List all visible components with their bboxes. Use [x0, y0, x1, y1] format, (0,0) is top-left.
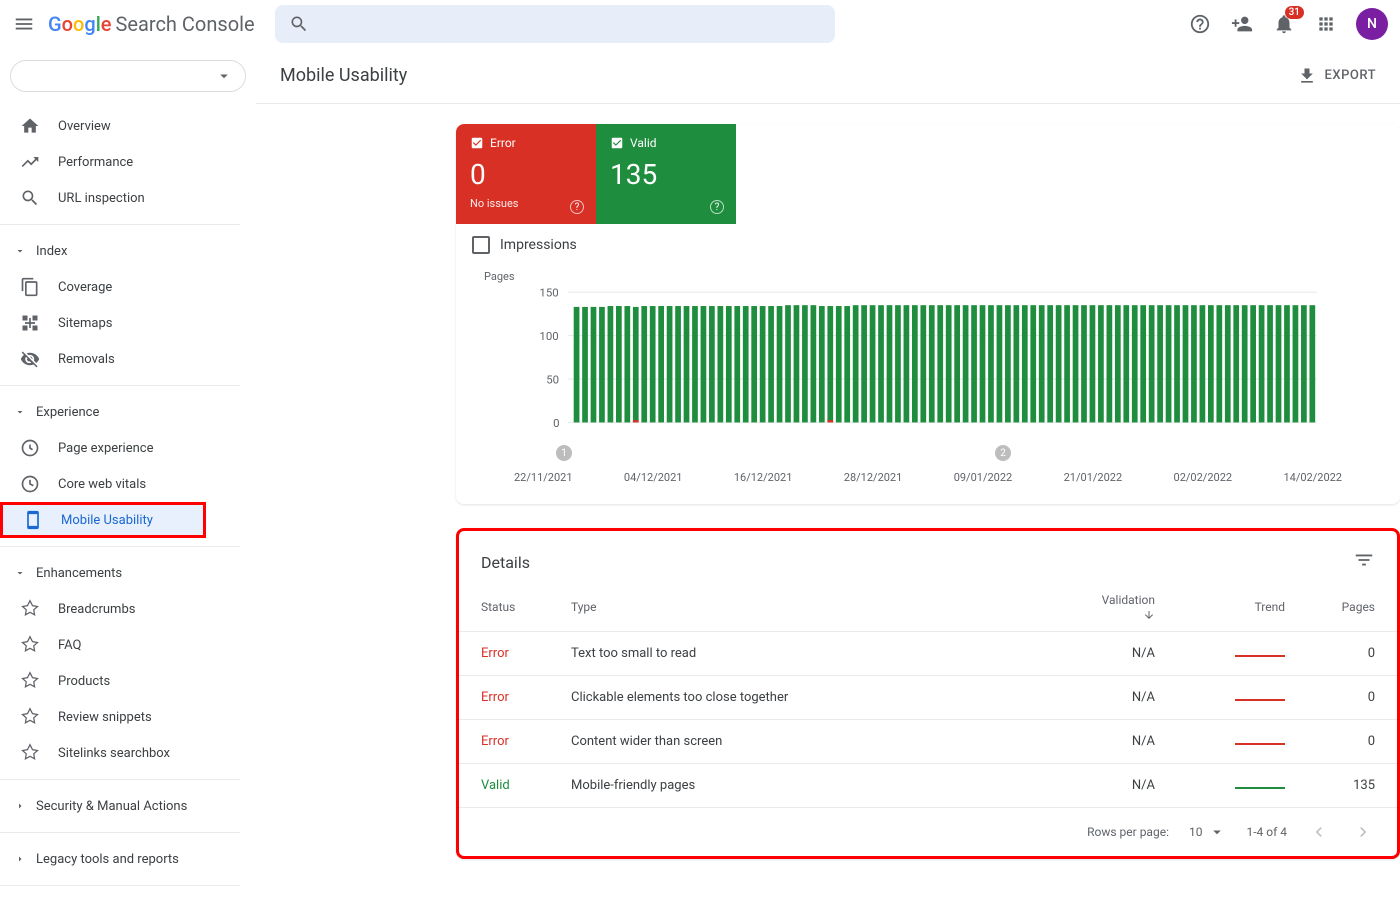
help-icon[interactable]: ?: [710, 200, 724, 214]
filter-icon[interactable]: [1353, 549, 1375, 575]
x-axis-labels: 22/11/2021 04/12/2021 16/12/2021 28/12/2…: [484, 463, 1372, 484]
notifications-icon[interactable]: 31: [1272, 12, 1296, 36]
svg-text:50: 50: [546, 373, 559, 387]
export-button[interactable]: EXPORT: [1297, 66, 1376, 86]
nav-sitelinks[interactable]: Sitelinks searchbox: [0, 735, 244, 771]
nav-performance[interactable]: Performance: [0, 144, 244, 180]
chart: 150 100 50 0: [484, 283, 1372, 443]
col-status: Status: [459, 583, 549, 632]
chart-marker-2[interactable]: 2: [995, 445, 1011, 461]
status-cell: Error: [459, 720, 549, 764]
svg-text:0: 0: [553, 416, 559, 430]
trend-cell: [1177, 632, 1307, 676]
apps-icon[interactable]: [1314, 12, 1338, 36]
nav-breadcrumbs[interactable]: Breadcrumbs: [0, 591, 244, 627]
pages-cell: 0: [1307, 632, 1397, 676]
col-type: Type: [549, 583, 1067, 632]
nav-products[interactable]: Products: [0, 663, 244, 699]
help-icon[interactable]: [1188, 12, 1212, 36]
validation-cell: N/A: [1067, 676, 1177, 720]
page-title: Mobile Usability: [280, 65, 407, 86]
stat-error[interactable]: Error 0 No issues ?: [456, 124, 596, 224]
nav-sitemaps[interactable]: Sitemaps: [0, 305, 244, 341]
nav-core-web-vitals[interactable]: Core web vitals: [0, 466, 244, 502]
col-pages: Pages: [1307, 583, 1397, 632]
rows-per-page-select[interactable]: 10: [1189, 823, 1227, 841]
stat-valid[interactable]: Valid 135 ?: [596, 124, 736, 224]
menu-icon[interactable]: [12, 12, 36, 36]
validation-cell: N/A: [1067, 764, 1177, 808]
property-selector[interactable]: [10, 60, 246, 92]
impressions-checkbox[interactable]: [472, 236, 490, 254]
validation-cell: N/A: [1067, 632, 1177, 676]
status-cell: Error: [459, 676, 549, 720]
svg-text:100: 100: [539, 329, 558, 343]
section-security[interactable]: Security & Manual Actions: [0, 788, 256, 824]
nav-page-experience[interactable]: Page experience: [0, 430, 244, 466]
pages-cell: 0: [1307, 676, 1397, 720]
table-row[interactable]: Valid Mobile-friendly pages N/A 135: [459, 764, 1397, 808]
section-legacy[interactable]: Legacy tools and reports: [0, 841, 256, 877]
error-count: 0: [470, 158, 582, 191]
product-name: Search Console: [116, 12, 255, 36]
type-cell: Content wider than screen: [549, 720, 1067, 764]
status-cell: Error: [459, 632, 549, 676]
pages-cell: 135: [1307, 764, 1397, 808]
section-index[interactable]: Index: [0, 233, 256, 269]
search-input[interactable]: [275, 5, 835, 43]
col-validation[interactable]: Validation: [1067, 583, 1177, 632]
logo: Google Search Console: [48, 12, 255, 36]
prev-page-button[interactable]: [1307, 820, 1331, 844]
trend-cell: [1177, 720, 1307, 764]
section-enhancements[interactable]: Enhancements: [0, 555, 256, 591]
section-experience[interactable]: Experience: [0, 394, 256, 430]
status-cell: Valid: [459, 764, 549, 808]
notification-badge: 31: [1285, 6, 1304, 19]
pages-cell: 0: [1307, 720, 1397, 764]
svg-text:150: 150: [539, 286, 558, 300]
nav-removals[interactable]: Removals: [0, 341, 244, 377]
type-cell: Clickable elements too close together: [549, 676, 1067, 720]
table-row[interactable]: Error Text too small to read N/A 0: [459, 632, 1397, 676]
nav-faq[interactable]: FAQ: [0, 627, 244, 663]
type-cell: Text too small to read: [549, 632, 1067, 676]
nav-mobile-usability[interactable]: Mobile Usability: [0, 502, 206, 538]
rows-per-page-label: Rows per page:: [1087, 825, 1169, 839]
details-title: Details: [481, 553, 530, 572]
next-page-button[interactable]: [1351, 820, 1375, 844]
help-icon[interactable]: ?: [570, 200, 584, 214]
trend-cell: [1177, 764, 1307, 808]
table-row[interactable]: Error Clickable elements too close toget…: [459, 676, 1397, 720]
nav-url-inspection[interactable]: URL inspection: [0, 180, 244, 216]
type-cell: Mobile-friendly pages: [549, 764, 1067, 808]
impressions-label: Impressions: [500, 237, 577, 253]
nav-overview[interactable]: Overview: [0, 108, 244, 144]
table-row[interactable]: Error Content wider than screen N/A 0: [459, 720, 1397, 764]
people-icon[interactable]: [1230, 12, 1254, 36]
col-trend: Trend: [1177, 583, 1307, 632]
valid-count: 135: [610, 158, 722, 191]
chart-marker-1[interactable]: 1: [556, 445, 572, 461]
nav-review-snippets[interactable]: Review snippets: [0, 699, 244, 735]
avatar[interactable]: N: [1356, 8, 1388, 40]
validation-cell: N/A: [1067, 720, 1177, 764]
nav-coverage[interactable]: Coverage: [0, 269, 244, 305]
trend-cell: [1177, 676, 1307, 720]
pagination-range: 1-4 of 4: [1246, 825, 1287, 839]
